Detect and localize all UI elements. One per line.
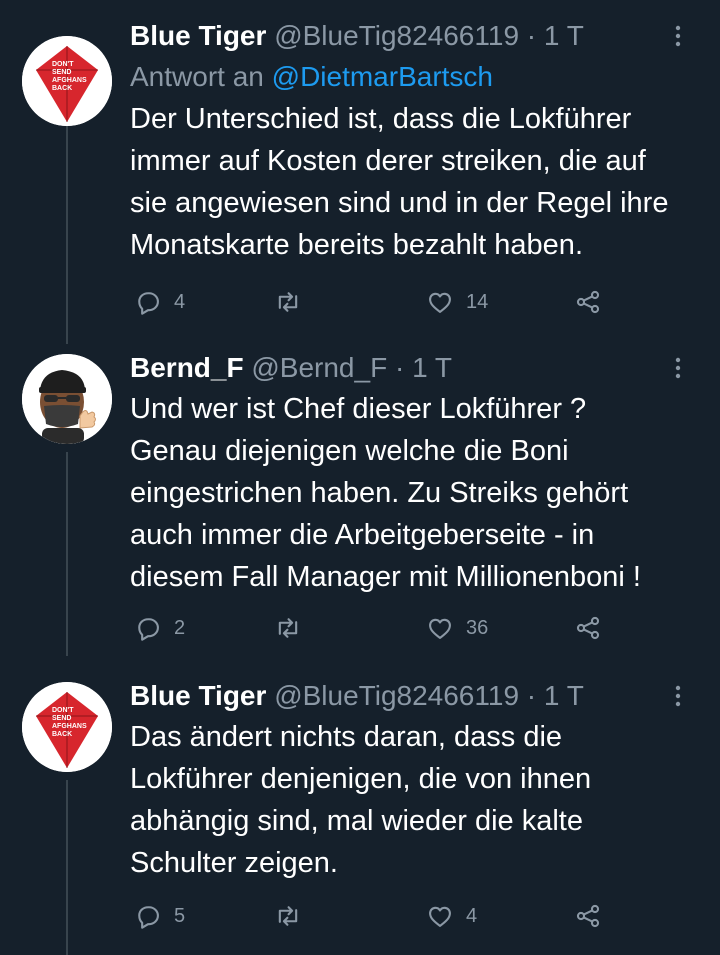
reply-mention-link[interactable]: @DietmarBartsch [272, 61, 493, 92]
tweet-content: Bernd_F @Bernd_F · 1 T Und wer ist Chef … [130, 348, 700, 598]
more-icon[interactable] [674, 356, 682, 380]
like-count: 4 [466, 904, 478, 927]
like-button[interactable]: 4 [426, 900, 477, 932]
reply-icon [138, 292, 159, 315]
timestamp[interactable]: 1 T [544, 20, 584, 51]
tweet-text: Das ändert nichts daran, dass die Lokfüh… [130, 721, 592, 879]
svg-text:SEND: SEND [52, 715, 71, 722]
display-name[interactable]: Bernd_F [130, 352, 244, 383]
like-icon [429, 906, 451, 927]
like-count: 14 [466, 290, 489, 313]
user-handle[interactable]: @BlueTig82466119 [274, 20, 519, 51]
tweet-content: Blue Tiger @BlueTig82466119 · 1 T Antwor… [130, 16, 700, 266]
like-count: 36 [466, 616, 489, 639]
reply-context: Antwort an @DietmarBartsch [130, 56, 700, 98]
retweet-button[interactable] [274, 900, 314, 932]
separator-dot: · [394, 352, 405, 383]
tweet-header: Bernd_F @Bernd_F · 1 T [130, 348, 700, 388]
separator-dot: · [526, 680, 537, 711]
share-button[interactable] [574, 612, 602, 644]
share-icon [576, 290, 600, 314]
reply-button[interactable]: 2 [134, 612, 185, 644]
avatar[interactable]: DON'T SEND AFGHANS BACK [22, 36, 112, 126]
more-icon[interactable] [674, 684, 682, 708]
tweet[interactable]: DON'T SEND AFGHANS BACK Blue Tiger @Blue… [0, 16, 720, 336]
svg-text:DON'T: DON'T [52, 61, 74, 68]
share-button[interactable] [574, 286, 602, 318]
user-handle[interactable]: @Bernd_F [251, 352, 387, 383]
svg-text:BACK: BACK [52, 731, 72, 738]
reply-count: 4 [174, 290, 186, 313]
display-name[interactable]: Blue Tiger [130, 680, 266, 711]
tweet-content: Blue Tiger @BlueTig82466119 · 1 T Das än… [130, 676, 700, 884]
reply-count: 5 [174, 904, 186, 927]
retweet-icon [278, 292, 298, 312]
svg-text:AFGHANS: AFGHANS [52, 723, 87, 730]
retweet-icon [278, 906, 298, 926]
tweet-header: Blue Tiger @BlueTig82466119 · 1 T [130, 16, 700, 56]
avatar[interactable]: DON'T SEND AFGHANS BACK [22, 682, 112, 772]
svg-text:DON'T: DON'T [52, 707, 74, 714]
reply-count: 2 [174, 616, 186, 639]
kite-logo-icon: DON'T SEND AFGHANS BACK [22, 682, 112, 772]
memoji-avatar-icon [22, 354, 112, 444]
reply-icon [138, 906, 159, 929]
tweet-text: Und wer ist Chef dieser Lokführer ? Gena… [130, 393, 641, 593]
reply-prefix: Antwort an [130, 61, 264, 92]
avatar[interactable] [22, 354, 112, 444]
reply-icon [138, 618, 159, 641]
tweet-actions: 4 14 [130, 286, 710, 318]
reply-button[interactable]: 5 [134, 900, 185, 932]
reply-button[interactable]: 4 [134, 286, 185, 318]
user-handle[interactable]: @BlueTig82466119 [274, 680, 519, 711]
like-icon [429, 618, 451, 639]
svg-text:BACK: BACK [52, 85, 72, 92]
like-button[interactable]: 14 [426, 286, 488, 318]
tweet-actions: 2 36 [130, 612, 710, 644]
tweet-text: Der Unterschied ist, dass die Lokführer … [130, 103, 669, 261]
like-button[interactable]: 36 [426, 612, 488, 644]
retweet-button[interactable] [274, 612, 314, 644]
kite-logo-icon: DON'T SEND AFGHANS BACK [22, 36, 112, 126]
tweet-header: Blue Tiger @BlueTig82466119 · 1 T [130, 676, 700, 716]
timestamp[interactable]: 1 T [544, 680, 584, 711]
tweet[interactable]: DON'T SEND AFGHANS BACK Blue Tiger @Blue… [0, 676, 720, 955]
retweet-icon [278, 618, 298, 638]
more-icon[interactable] [674, 24, 682, 48]
tweet-actions: 5 4 [130, 900, 710, 932]
timestamp[interactable]: 1 T [412, 352, 452, 383]
share-icon [576, 904, 600, 928]
svg-text:SEND: SEND [52, 69, 71, 76]
tweet[interactable]: Bernd_F @Bernd_F · 1 T Und wer ist Chef … [0, 348, 720, 658]
share-button[interactable] [574, 900, 602, 932]
svg-text:AFGHANS: AFGHANS [52, 77, 87, 84]
separator-dot: · [526, 20, 537, 51]
like-icon [429, 292, 451, 313]
share-icon [576, 616, 600, 640]
display-name[interactable]: Blue Tiger [130, 20, 266, 51]
retweet-button[interactable] [274, 286, 314, 318]
